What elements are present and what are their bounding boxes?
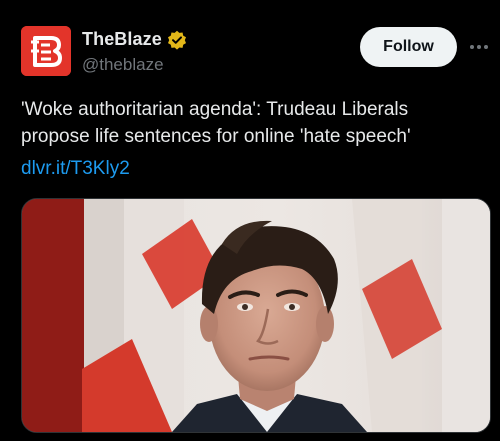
- post-card: TheBlaze @theblaze Follow 'Woke authorit…: [0, 0, 500, 441]
- follow-button[interactable]: Follow: [360, 27, 457, 67]
- author-name-row: TheBlaze: [82, 29, 187, 50]
- news-photo-image[interactable]: [21, 198, 491, 433]
- theblaze-logo-icon[interactable]: [21, 26, 71, 76]
- post-link[interactable]: dlvr.it/T3Kly2: [21, 155, 130, 182]
- verified-badge-icon: [167, 30, 187, 50]
- author-handle[interactable]: @theblaze: [82, 55, 164, 75]
- post-text: 'Woke authoritarian agenda': Trudeau Lib…: [21, 99, 411, 147]
- author-name[interactable]: TheBlaze: [82, 29, 162, 50]
- more-horizontal-icon[interactable]: [467, 38, 491, 56]
